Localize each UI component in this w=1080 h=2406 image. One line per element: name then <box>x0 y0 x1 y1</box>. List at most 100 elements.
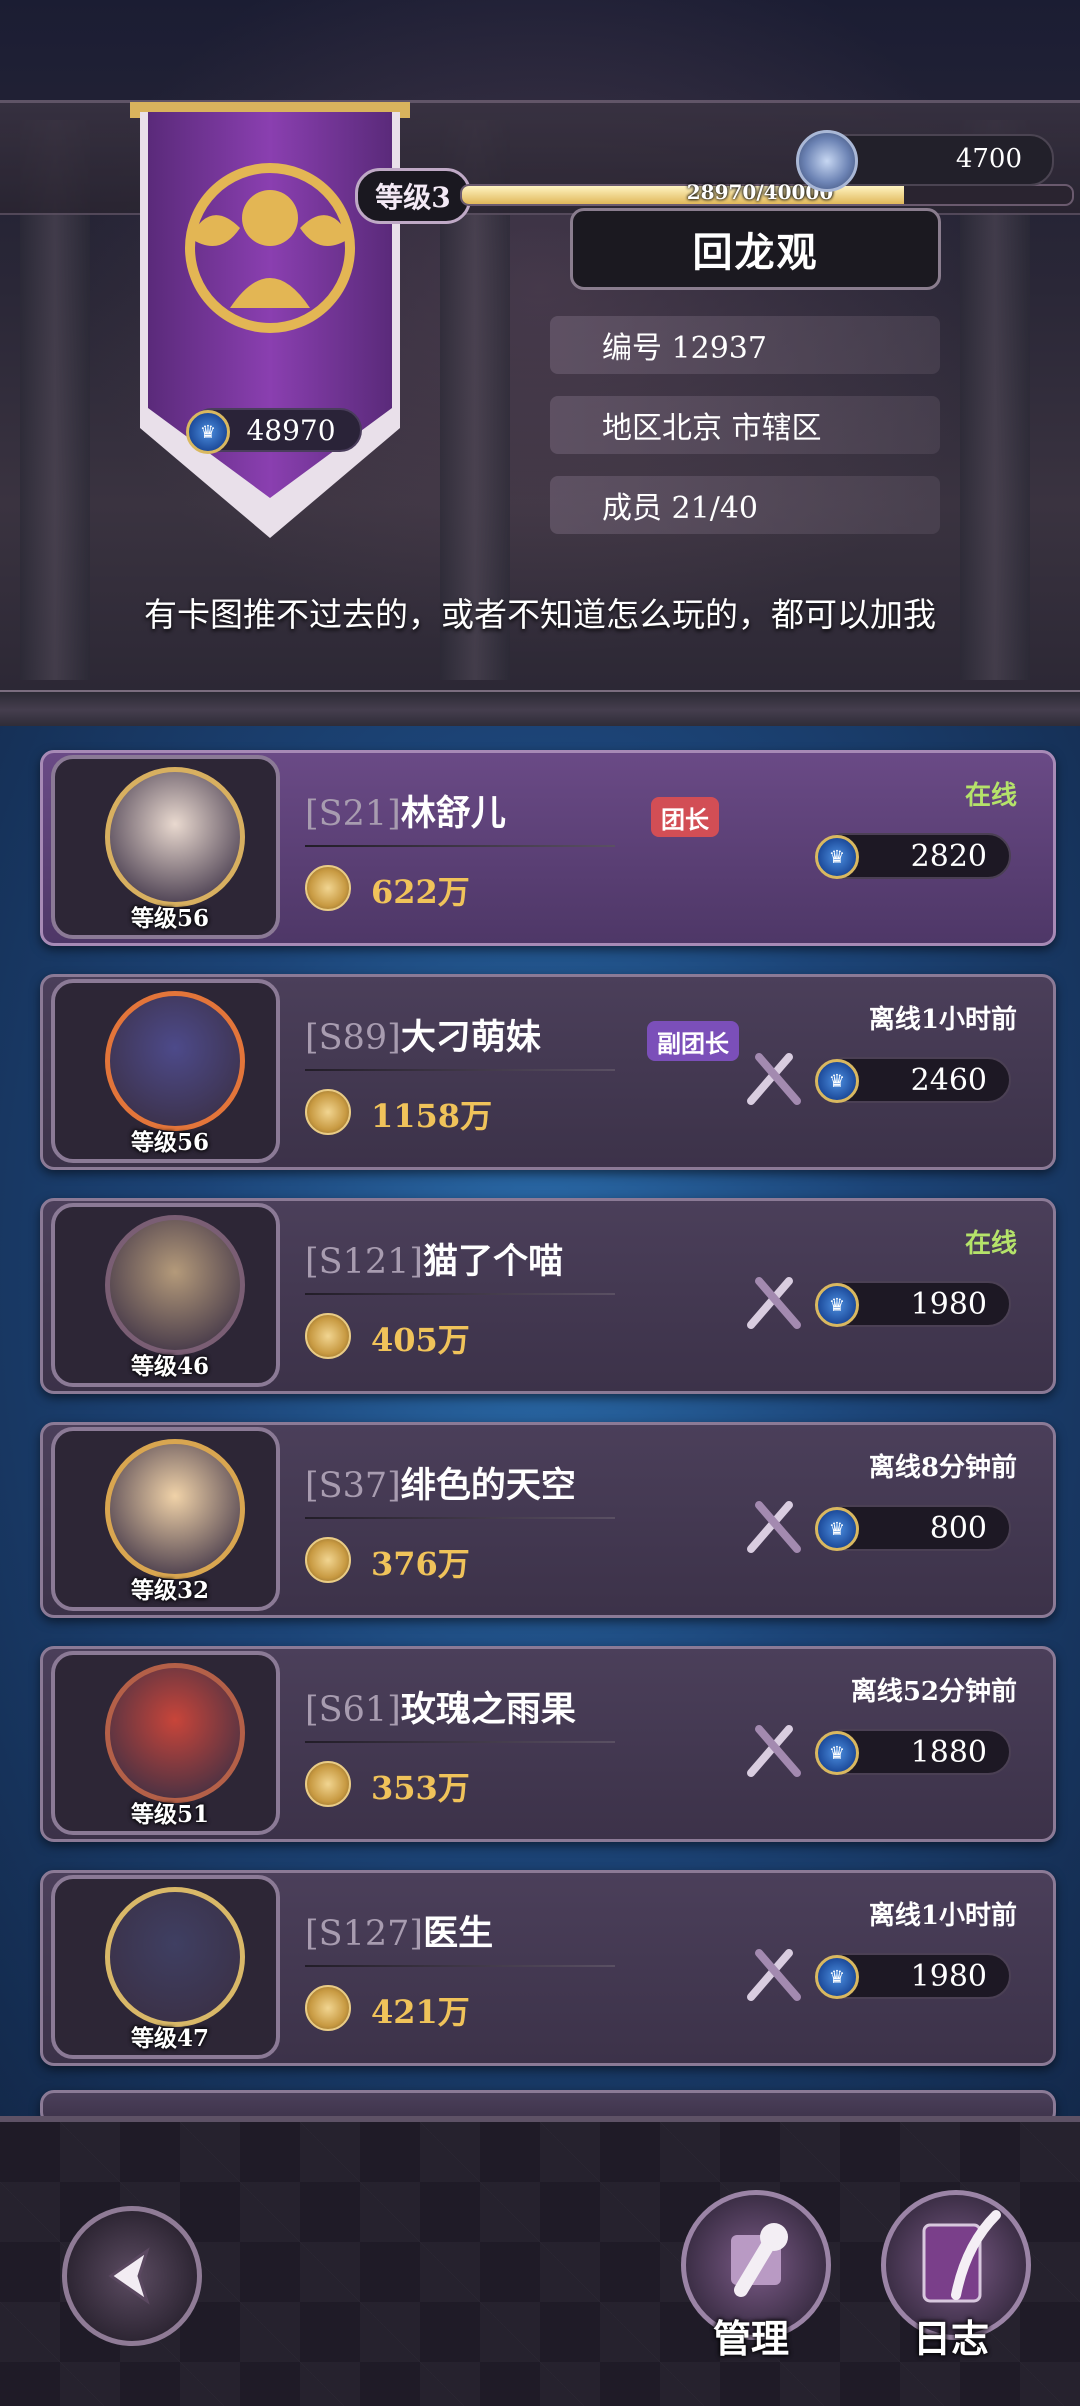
crossed-swords-icon[interactable] <box>739 1491 809 1561</box>
guild-region-row: 地区北京 市辖区 <box>550 396 940 454</box>
power-icon <box>305 1089 351 1135</box>
name-underline <box>305 1965 615 1967</box>
member-role-badge: 团长 <box>651 797 719 837</box>
member-status: 离线8分钟前 <box>868 1453 1017 1483</box>
crown-shield-icon: ♛ <box>815 1059 859 1103</box>
avatar[interactable] <box>105 991 245 1131</box>
member-card[interactable]: 等级56 [S89]大刁萌妹 1158万 副团长 离线1小时前 ♛ 2460 <box>40 974 1056 1170</box>
member-status: 离线1小时前 <box>868 1005 1017 1035</box>
power-icon <box>305 1761 351 1807</box>
log-button[interactable]: 日志 <box>876 2190 1031 2380</box>
avatar-frame: 等级46 <box>43 1197 288 1392</box>
crown-shield-icon: ♛ <box>815 1731 859 1775</box>
guild-members-row: 成员 21/40 <box>550 476 940 534</box>
member-server: [S37] <box>305 1466 401 1506</box>
avatar[interactable] <box>105 1215 245 1355</box>
avatar[interactable] <box>105 1439 245 1579</box>
member-power: 405万 <box>371 1321 470 1359</box>
member-status: 离线1小时前 <box>868 1901 1017 1931</box>
crown-shield-icon: ♛ <box>815 1283 859 1327</box>
name-underline <box>305 1741 615 1743</box>
member-role-badge: 副团长 <box>647 1021 739 1061</box>
member-level: 等级32 <box>130 1577 209 1604</box>
member-card[interactable]: 等级51 [S61]玫瑰之雨果 353万 离线52分钟前 ♛ 1880 <box>40 1646 1056 1842</box>
member-name[interactable]: [S61]玫瑰之雨果 <box>305 1681 576 1732</box>
name-underline <box>305 1293 615 1295</box>
guild-power-score: ♛ 48970 <box>186 408 362 454</box>
log-label: 日志 <box>912 2316 989 2361</box>
member-score: ♛ 2460 <box>815 1057 1011 1103</box>
member-status: 在线 <box>964 1229 1017 1259</box>
member-name-text: 绯色的天空 <box>400 1465 576 1506</box>
member-score: ♛ 800 <box>815 1505 1011 1551</box>
guild-id-row: 编号 12937 <box>550 316 940 374</box>
member-score: ♛ 1980 <box>815 1953 1011 1999</box>
member-name-text: 猫了个喵 <box>423 1241 564 1282</box>
guild-coin-icon <box>796 130 858 192</box>
member-server: [S89] <box>305 1018 401 1058</box>
avatar-frame: 等级56 <box>43 749 288 944</box>
member-server: [S127] <box>305 1914 424 1954</box>
avatar[interactable] <box>105 767 245 907</box>
member-level: 等级56 <box>130 905 209 932</box>
crown-shield-icon: ♛ <box>186 410 230 454</box>
member-level: 等级47 <box>130 2025 209 2052</box>
crossed-swords-icon[interactable] <box>739 1043 809 1113</box>
member-level: 等级51 <box>130 1801 209 1828</box>
avatar-frame: 等级56 <box>43 973 288 1168</box>
guild-level-badge: 等级3 <box>355 168 471 224</box>
member-name-text: 玫瑰之雨果 <box>400 1689 576 1730</box>
member-name[interactable]: [S89]大刁萌妹 <box>305 1009 541 1060</box>
member-name-text: 大刁萌妹 <box>400 1017 541 1058</box>
avatar[interactable] <box>105 1663 245 1803</box>
avatar[interactable] <box>105 1887 245 2027</box>
member-card[interactable]: 等级32 [S37]绯色的天空 376万 离线8分钟前 ♛ 800 <box>40 1422 1056 1618</box>
avatar-frame: 等级47 <box>43 1869 288 2064</box>
back-button[interactable] <box>62 2206 202 2346</box>
member-power: 1158万 <box>371 1097 493 1135</box>
power-icon <box>305 1537 351 1583</box>
crown-shield-icon: ♛ <box>815 1507 859 1551</box>
name-underline <box>305 1517 615 1519</box>
member-name-text: 医生 <box>423 1913 494 1954</box>
member-card[interactable]: 等级47 [S127]医生 421万 离线1小时前 ♛ 1980 <box>40 1870 1056 2066</box>
member-name[interactable]: [S121]猫了个喵 <box>305 1233 563 1284</box>
avatar-frame: 等级51 <box>43 1645 288 1840</box>
member-level: 等级56 <box>130 1129 209 1156</box>
member-score: ♛ 1980 <box>815 1281 1011 1327</box>
power-icon <box>305 1985 351 2031</box>
manage-button[interactable]: 管理 <box>676 2190 831 2380</box>
member-card[interactable]: 等级56 [S21]林舒儿 622万 团长 在线 ♛ 2820 <box>40 750 1056 946</box>
member-status: 离线52分钟前 <box>850 1677 1017 1707</box>
member-score: ♛ 1880 <box>815 1729 1011 1775</box>
member-power: 421万 <box>371 1993 470 2031</box>
guild-banner-emblem <box>130 102 410 538</box>
member-power: 622万 <box>371 873 470 911</box>
name-underline <box>305 1069 615 1071</box>
member-power: 353万 <box>371 1769 470 1807</box>
crown-shield-icon: ♛ <box>815 1955 859 1999</box>
member-score: ♛ 2820 <box>815 833 1011 879</box>
crossed-swords-icon[interactable] <box>739 1715 809 1785</box>
crown-shield-icon: ♛ <box>815 835 859 879</box>
section-divider <box>0 690 1080 730</box>
power-icon <box>305 1313 351 1359</box>
member-name[interactable]: [S37]绯色的天空 <box>305 1457 576 1508</box>
member-status: 在线 <box>964 781 1017 811</box>
manage-label: 管理 <box>712 2316 789 2361</box>
guild-name-plate: 回龙观 <box>570 208 941 290</box>
member-name[interactable]: [S21]林舒儿 <box>305 785 506 836</box>
back-arrow-icon <box>108 2247 150 2305</box>
crossed-swords-icon[interactable] <box>739 1939 809 2009</box>
member-name[interactable]: [S127]医生 <box>305 1905 493 1956</box>
name-underline <box>305 845 615 847</box>
member-level: 等级46 <box>130 1353 209 1380</box>
crossed-swords-icon[interactable] <box>739 1267 809 1337</box>
guild-motto: 有卡图推不过去的，或者不知道怎么玩的，都可以加我 <box>144 595 936 634</box>
avatar-frame: 等级32 <box>43 1421 288 1616</box>
member-server: [S21] <box>305 794 401 834</box>
member-server: [S121] <box>305 1242 424 1282</box>
member-card[interactable]: 等级46 [S121]猫了个喵 405万 在线 ♛ 1980 <box>40 1198 1056 1394</box>
power-icon <box>305 865 351 911</box>
guild-currency[interactable]: 4700 <box>796 130 1054 192</box>
